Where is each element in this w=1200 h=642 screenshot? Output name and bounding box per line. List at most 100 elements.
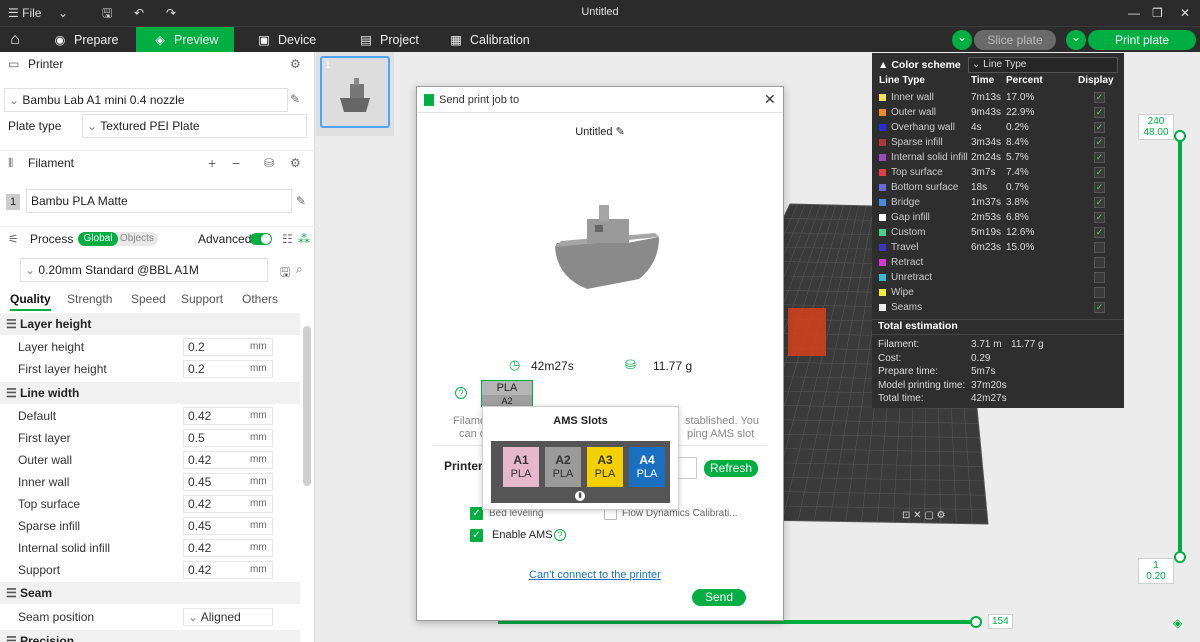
color-swatch: [879, 244, 886, 251]
list-icon[interactable]: ☷: [282, 227, 293, 251]
display-checkbox[interactable]: ✓: [1094, 182, 1105, 193]
display-checkbox[interactable]: [1094, 272, 1105, 283]
refresh-button[interactable]: Refresh: [704, 460, 758, 477]
help-icon[interactable]: ?: [554, 529, 566, 541]
printer-select[interactable]: [679, 457, 697, 479]
slice-dropdown[interactable]: ⌄: [952, 30, 972, 50]
objects-option[interactable]: Objects: [120, 232, 154, 246]
close-icon[interactable]: ✕: [764, 91, 776, 108]
remove-icon[interactable]: −: [232, 151, 240, 175]
settings-scrollbar[interactable]: [303, 326, 311, 486]
save-icon[interactable]: 🖫: [280, 263, 290, 284]
close-window-icon[interactable]: ✕: [1180, 4, 1190, 22]
print-plate-button[interactable]: Print plate: [1088, 30, 1196, 50]
param-label: Support: [18, 563, 61, 577]
group-layer-height: ☰ Layer height: [0, 313, 300, 335]
gear-icon[interactable]: ⚙: [290, 151, 301, 175]
ams-slot-a4[interactable]: A4 PLA: [629, 447, 665, 487]
display-checkbox[interactable]: ✓: [1094, 152, 1105, 163]
display-checkbox[interactable]: [1094, 257, 1105, 268]
display-checkbox[interactable]: ✓: [1094, 167, 1105, 178]
color-scheme-select[interactable]: ⌄ Line Type: [968, 57, 1118, 73]
display-checkbox[interactable]: ✓: [1094, 122, 1105, 133]
ams-slot-a3[interactable]: A3 PLA: [587, 447, 623, 487]
move-slider-handle[interactable]: [970, 616, 982, 628]
param-unit: mm: [250, 341, 267, 352]
line-type-name: Gap infill: [891, 212, 930, 223]
ams-slot-a1[interactable]: A1 PLA: [503, 447, 539, 487]
home-icon[interactable]: ⌂: [0, 27, 30, 53]
tab-others[interactable]: Others: [242, 292, 278, 306]
enable-ams-label: Enable AMS: [492, 529, 553, 541]
tab-project[interactable]: ▤ Project: [354, 27, 444, 53]
collapse-icon[interactable]: ▲: [878, 59, 888, 71]
cant-connect-link[interactable]: Can't connect to the printer: [529, 569, 661, 581]
gear-icon[interactable]: ⚙: [290, 52, 301, 76]
display-checkbox[interactable]: ✓: [1094, 92, 1105, 103]
filament-select[interactable]: Bambu PLA Matte: [26, 189, 292, 213]
tab-quality[interactable]: Quality: [10, 292, 51, 311]
print-dropdown[interactable]: ⌄: [1066, 30, 1086, 50]
plate-tool-icons[interactable]: ⊡ ✕ ▢ ⚙: [902, 510, 946, 521]
display-checkbox[interactable]: ✓: [1094, 212, 1105, 223]
group-line-width: ☰ Line width: [0, 382, 300, 404]
global-objects-toggle[interactable]: Global Objects: [78, 232, 158, 246]
tab-support[interactable]: Support: [181, 292, 223, 306]
layer-slider-bottom-handle[interactable]: [1174, 551, 1186, 563]
filament-mapping-button[interactable]: PLA A2: [481, 380, 533, 407]
param-row: First layer 0.5 mm: [0, 427, 300, 449]
process-preset-select[interactable]: ⌄ 0.20mm Standard @BBL A1M: [20, 258, 268, 282]
layers-toggle-icon[interactable]: ◈: [1173, 616, 1182, 630]
color-swatch: [879, 169, 886, 176]
restore-icon[interactable]: ❐: [1152, 4, 1163, 22]
tab-strength[interactable]: Strength: [67, 292, 112, 306]
line-type-time: 2m24s: [971, 152, 1002, 163]
tab-calibration[interactable]: ▦ Calibration: [446, 27, 546, 53]
minimize-icon[interactable]: —: [1128, 4, 1140, 22]
search-icon[interactable]: ⌕: [296, 262, 303, 277]
line-type-name: Overhang wall: [891, 122, 955, 133]
display-checkbox[interactable]: [1094, 242, 1105, 253]
legend-row: Bridge 1m37s 3.8% ✓: [872, 195, 1124, 210]
legend-row: Gap infill 2m53s 6.8% ✓: [872, 210, 1124, 225]
layer-slider-top-handle[interactable]: [1174, 130, 1186, 142]
advanced-toggle[interactable]: [250, 233, 272, 245]
layer-slider[interactable]: [1178, 130, 1182, 560]
slice-plate-button[interactable]: Slice plate: [974, 30, 1056, 50]
display-checkbox[interactable]: ✓: [1094, 107, 1105, 118]
boat-thumbnail-icon: [340, 78, 370, 112]
ams-slot-a2[interactable]: A2 PLA: [545, 447, 581, 487]
line-type-percent: 22.9%: [1006, 107, 1035, 118]
edit-icon[interactable]: ✎: [616, 126, 625, 138]
line-type-name: Sparse infill: [891, 137, 943, 148]
compare-icon[interactable]: ⁂: [298, 227, 310, 251]
help-icon[interactable]: ?: [455, 387, 467, 399]
edit-icon[interactable]: ✎: [290, 92, 300, 106]
tab-prepare[interactable]: ◉ Prepare: [34, 27, 134, 53]
print-time: 42m27s: [531, 359, 574, 373]
display-checkbox[interactable]: ✓: [1094, 302, 1105, 313]
sync-ams-icon[interactable]: ⛁: [264, 151, 274, 175]
send-button[interactable]: Send: [692, 589, 746, 606]
line-type-time: 18s: [971, 182, 988, 193]
display-checkbox[interactable]: ✓: [1094, 137, 1105, 148]
display-checkbox[interactable]: ✓: [1094, 227, 1105, 238]
plate-thumbnail[interactable]: 1: [320, 56, 390, 128]
edit-icon[interactable]: ✎: [296, 194, 306, 208]
add-icon[interactable]: +: [208, 151, 216, 175]
legend-row: Travel 6m23s 15.0%: [872, 240, 1124, 255]
seam-position-select[interactable]: ⌄ Aligned: [183, 608, 273, 626]
tab-device[interactable]: ▣ Device: [250, 27, 340, 53]
plate-thumbnails: 1: [316, 52, 394, 136]
ams-slot-id: A4: [639, 453, 655, 467]
printer-select[interactable]: ⌄ Bambu Lab A1 mini 0.4 nozzle: [4, 88, 288, 112]
global-option[interactable]: Global: [78, 232, 118, 246]
color-swatch: [879, 229, 886, 236]
tab-speed[interactable]: Speed: [131, 292, 166, 306]
tab-preview[interactable]: ◈ Preview: [136, 27, 234, 53]
plate-type-select[interactable]: ⌄ Textured PEI Plate: [82, 114, 307, 138]
display-checkbox[interactable]: ✓: [1094, 197, 1105, 208]
display-checkbox[interactable]: [1094, 287, 1105, 298]
enable-ams-checkbox[interactable]: ✓: [470, 529, 483, 542]
estimation-key: Cost:: [878, 352, 902, 364]
